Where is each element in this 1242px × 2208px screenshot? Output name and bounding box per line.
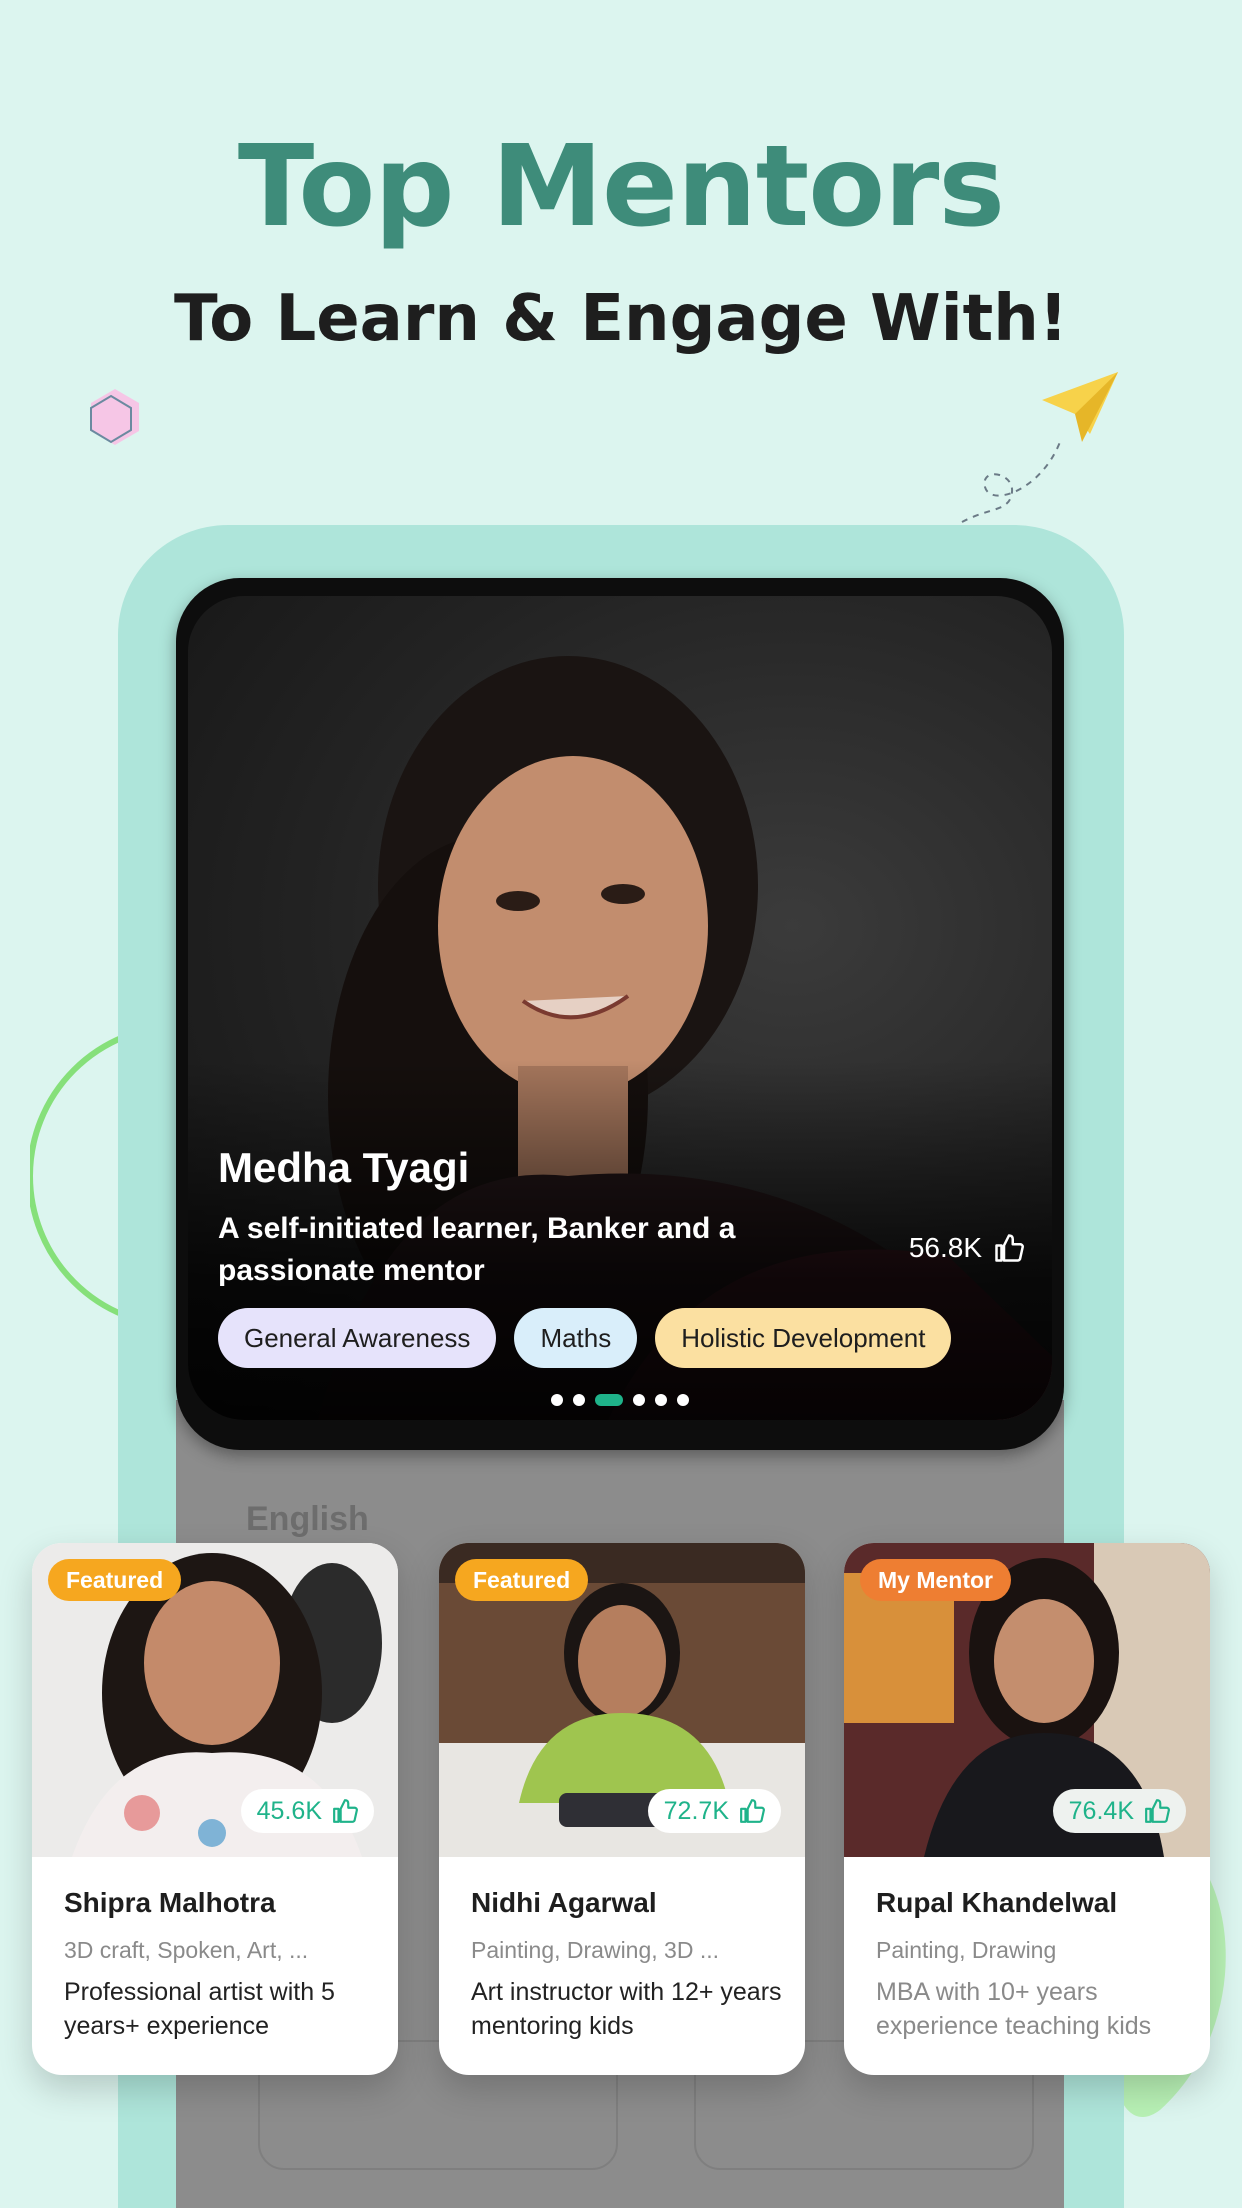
mentor-subjects: 3D craft, Spoken, Art, ... xyxy=(64,1937,309,1963)
mentor-card[interactable]: Featured 45.6K Shipra Malhotra 3D craft,… xyxy=(32,1543,398,2075)
carousel-dot[interactable] xyxy=(677,1394,689,1406)
carousel-dot[interactable] xyxy=(633,1394,645,1406)
thumbs-up-icon xyxy=(995,1234,1024,1262)
likes-count: 76.4K xyxy=(1068,1796,1134,1825)
featured-mentor-card[interactable]: Medha Tyagi A self-initiated learner, Ba… xyxy=(176,578,1064,1450)
mentor-subjects: Painting, Drawing, 3D ... xyxy=(471,1937,720,1963)
hexagon-decoration-icon xyxy=(90,389,139,445)
likes-counter[interactable]: 76.4K xyxy=(1052,1789,1186,1833)
mentor-bio: Professional artist with 5 years+ experi… xyxy=(64,1978,335,2040)
mentor-name: Rupal Khandelwal xyxy=(876,1887,1118,1918)
carousel-dot[interactable] xyxy=(551,1394,563,1406)
likes-count: 72.7K xyxy=(663,1796,729,1825)
chip-general-awareness[interactable]: General Awareness xyxy=(218,1308,497,1368)
likes-count: 56.8K xyxy=(908,1232,982,1263)
mentor-name: Shipra Malhotra xyxy=(64,1887,276,1918)
featured-badge: Featured xyxy=(48,1559,182,1601)
mentor-bio: MBA with 10+ years experience teaching k… xyxy=(876,1978,1152,2040)
my-mentor-badge: My Mentor xyxy=(860,1559,1011,1601)
carousel-indicator xyxy=(188,1394,1052,1406)
likes-counter[interactable]: 56.8K xyxy=(909,1232,1024,1264)
thumbs-up-icon xyxy=(1145,1799,1170,1823)
paper-plane-icon xyxy=(961,372,1118,523)
likes-counter[interactable]: 45.6K xyxy=(240,1789,374,1833)
likes-count: 45.6K xyxy=(256,1796,322,1825)
section-label: English xyxy=(246,1500,369,1538)
mentor-description: A self-initiated learner, Banker and a p… xyxy=(218,1212,736,1287)
carousel-dot[interactable] xyxy=(573,1394,585,1406)
carousel-dot[interactable] xyxy=(655,1394,667,1406)
mentor-bio: Art instructor with 12+ years mentoring … xyxy=(471,1978,782,2040)
featured-badge: Featured xyxy=(455,1559,589,1601)
subject-chips: General Awareness Maths Holistic Develop… xyxy=(218,1308,952,1368)
chip-holistic-development[interactable]: Holistic Development xyxy=(655,1308,952,1368)
thumbs-up-icon xyxy=(333,1799,358,1823)
mentor-card[interactable]: Featured 72.7K Nidhi Agarwal Painting, D… xyxy=(439,1543,805,2075)
chip-maths[interactable]: Maths xyxy=(514,1308,638,1368)
mentor-name: Nidhi Agarwal xyxy=(471,1887,657,1918)
mentor-card[interactable]: My Mentor 76.4K Rupal Khandelwal Paintin… xyxy=(844,1543,1210,2075)
carousel-dot-active[interactable] xyxy=(595,1394,623,1406)
likes-counter[interactable]: 72.7K xyxy=(647,1789,781,1833)
mentor-subjects: Painting, Drawing xyxy=(876,1937,1057,1963)
thumbs-up-icon xyxy=(740,1799,765,1823)
page-subtitle: To Learn & Engage With! xyxy=(174,282,1068,356)
page-title: Top Mentors xyxy=(237,122,1005,252)
mentor-name: Medha Tyagi xyxy=(218,1144,470,1191)
